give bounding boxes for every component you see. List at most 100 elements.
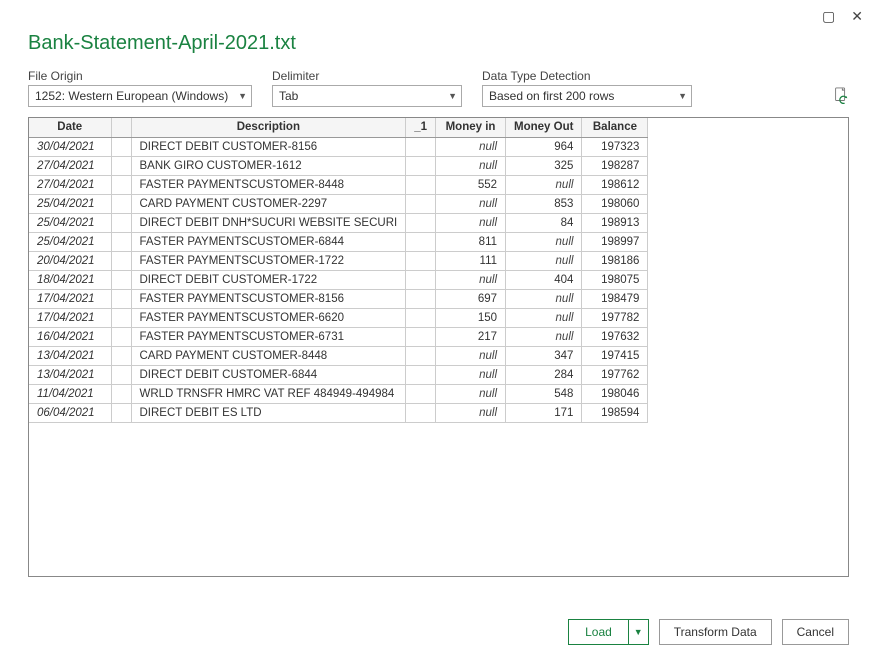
cell: null: [506, 327, 582, 346]
header-u1: _1: [406, 118, 436, 137]
cell-u1: [406, 365, 436, 384]
cell: 197632: [582, 327, 648, 346]
cell-u1: [406, 403, 436, 422]
cell: 17/04/2021: [29, 289, 111, 308]
cell: 325: [506, 156, 582, 175]
chevron-down-icon: ▼: [678, 91, 687, 101]
table-row: 17/04/2021FASTER PAYMENTSCUSTOMER-815669…: [29, 289, 648, 308]
cell: 198479: [582, 289, 648, 308]
table-row: 25/04/2021 FASTER PAYMENTSCUSTOMER-6844 81…: [29, 232, 648, 251]
table-row: 17/04/2021 FASTER PAYMENTSCUSTOMER-6620 15…: [29, 308, 648, 327]
cell: CARD PAYMENT CUSTOMER-2297: [131, 194, 406, 213]
cell: null: [436, 137, 506, 156]
cell: 197323: [582, 137, 648, 156]
close-icon[interactable]: ✕: [851, 8, 863, 25]
table-row: 30/04/2021DIRECT DEBIT CUSTOMER-8156null…: [29, 137, 648, 156]
file-origin-dropdown[interactable]: 1252: Western European (Windows) ▼: [28, 85, 252, 107]
cell: 198594: [582, 403, 648, 422]
cell: 197782: [582, 308, 648, 327]
header-balance: Balance: [582, 118, 648, 137]
cell: 811: [436, 232, 506, 251]
cell: FASTER PAYMENTSCUSTOMER-8448: [131, 175, 406, 194]
cell: DIRECT DEBIT CUSTOMER-1722: [131, 270, 406, 289]
cell: 198997: [582, 232, 648, 251]
cell: 347: [506, 346, 582, 365]
maximize-icon[interactable]: ▢: [822, 8, 835, 25]
cell: FASTER PAYMENTSCUSTOMER-6844: [131, 232, 406, 251]
cell: 284: [506, 365, 582, 384]
delimiter-dropdown[interactable]: Tab ▼: [272, 85, 462, 107]
cell: null: [436, 365, 506, 384]
cell: 27/04/2021: [29, 175, 111, 194]
table-row: 11/04/2021 WRLD TRNSFR HMRC VAT REF 48494…: [29, 384, 648, 403]
cell: null: [436, 156, 506, 175]
cell: 150: [436, 308, 506, 327]
cell: 198287: [582, 156, 648, 175]
load-dropdown-button[interactable]: ▼: [628, 619, 649, 645]
cell-u1: [406, 308, 436, 327]
cell: 198913: [582, 213, 648, 232]
delimiter-value: Tab: [279, 89, 298, 103]
cell: 25/04/2021: [29, 232, 111, 251]
cell: 171: [506, 403, 582, 422]
cell: null: [506, 251, 582, 270]
detection-label: Data Type Detection: [482, 69, 692, 83]
table-row: 25/04/2021CARD PAYMENT CUSTOMER-2297null…: [29, 194, 648, 213]
cell-blank: [111, 270, 131, 289]
detection-value: Based on first 200 rows: [489, 89, 614, 103]
table-row: 06/04/2021DIRECT DEBIT ES LTDnull1711985…: [29, 403, 648, 422]
cell-blank: [111, 308, 131, 327]
cell-blank: [111, 346, 131, 365]
cell: 18/04/2021: [29, 270, 111, 289]
cell-u1: [406, 175, 436, 194]
cell-u1: [406, 251, 436, 270]
cell: 16/04/2021: [29, 327, 111, 346]
file-origin-label: File Origin: [28, 69, 252, 83]
page-title: Bank-Statement-April-2021.txt: [28, 32, 849, 55]
table-row: 27/04/2021 BANK GIRO CUSTOMER-1612 null325…: [29, 156, 648, 175]
cell: null: [506, 289, 582, 308]
cell: DIRECT DEBIT ES LTD: [131, 403, 406, 422]
table-row: 18/04/2021 DIRECT DEBIT CUSTOMER-1722 null…: [29, 270, 648, 289]
cell-u1: [406, 346, 436, 365]
refresh-icon[interactable]: [833, 87, 849, 107]
table-header-row: Date Description _1 Money in Money Out B…: [29, 118, 648, 137]
cell: 17/04/2021: [29, 308, 111, 327]
cell-u1: [406, 156, 436, 175]
cell: 548: [506, 384, 582, 403]
cell-blank: [111, 175, 131, 194]
cell-blank: [111, 365, 131, 384]
cell-u1: [406, 270, 436, 289]
cell: DIRECT DEBIT CUSTOMER-8156: [131, 137, 406, 156]
cell: 197415: [582, 346, 648, 365]
cell: 198186: [582, 251, 648, 270]
cell: null: [436, 384, 506, 403]
detection-dropdown[interactable]: Based on first 200 rows ▼: [482, 85, 692, 107]
cell: 111: [436, 251, 506, 270]
file-origin-value: 1252: Western European (Windows): [35, 89, 228, 103]
cell: null: [436, 270, 506, 289]
cell: FASTER PAYMENTSCUSTOMER-1722: [131, 251, 406, 270]
header-money-in: Money in: [436, 118, 506, 137]
cell: null: [436, 194, 506, 213]
cell-blank: [111, 403, 131, 422]
load-split-button[interactable]: Load ▼: [568, 619, 649, 645]
table-row: 20/04/2021FASTER PAYMENTSCUSTOMER-172211…: [29, 251, 648, 270]
cell: 11/04/2021: [29, 384, 111, 403]
chevron-down-icon: ▼: [448, 91, 457, 101]
cell: 964: [506, 137, 582, 156]
cell: CARD PAYMENT CUSTOMER-8448: [131, 346, 406, 365]
cell-u1: [406, 327, 436, 346]
cell: 404: [506, 270, 582, 289]
cell: BANK GIRO CUSTOMER-1612: [131, 156, 406, 175]
cell: 27/04/2021: [29, 156, 111, 175]
cell: 198075: [582, 270, 648, 289]
load-button[interactable]: Load: [568, 619, 628, 645]
cell: FASTER PAYMENTSCUSTOMER-6620: [131, 308, 406, 327]
cell-u1: [406, 384, 436, 403]
cell: 84: [506, 213, 582, 232]
cancel-button[interactable]: Cancel: [782, 619, 849, 645]
transform-data-button[interactable]: Transform Data: [659, 619, 772, 645]
cell: WRLD TRNSFR HMRC VAT REF 484949-494984: [131, 384, 406, 403]
cell-blank: [111, 156, 131, 175]
